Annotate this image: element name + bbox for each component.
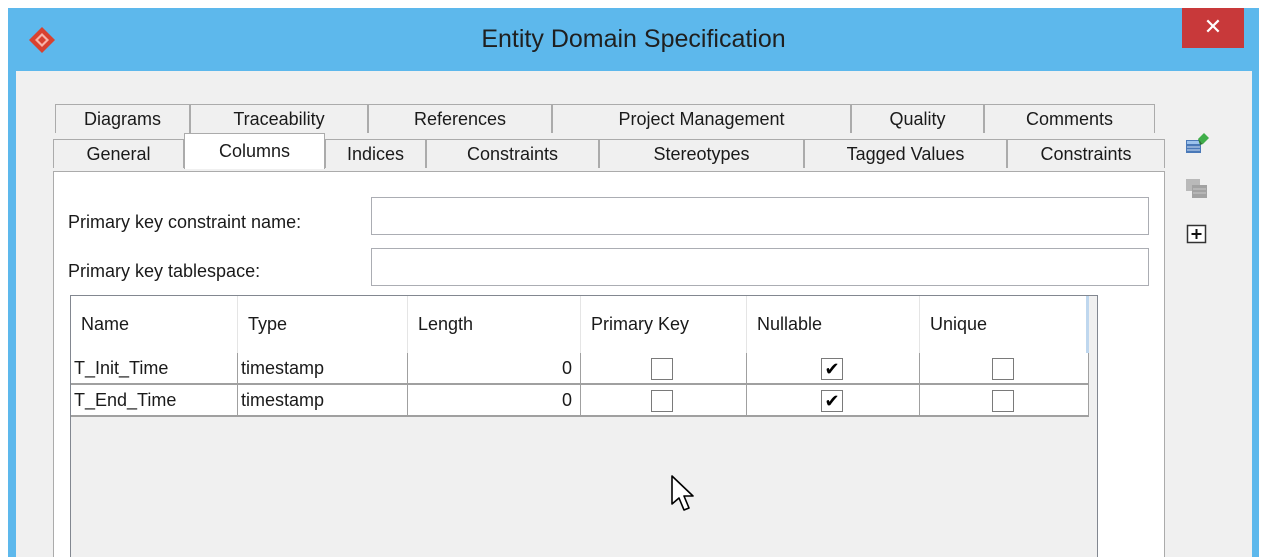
tab-quality[interactable]: Quality bbox=[851, 104, 984, 133]
nullable-checkbox[interactable]: ✔ bbox=[821, 358, 843, 380]
column-header-name[interactable]: Name bbox=[71, 296, 238, 353]
table-row[interactable]: T_End_Time timestamp 0 ✔ bbox=[71, 385, 1089, 417]
pk-tablespace-label: Primary key tablespace: bbox=[68, 261, 261, 281]
remove-column-icon[interactable] bbox=[1184, 175, 1210, 201]
cell-type[interactable]: timestamp bbox=[238, 353, 408, 383]
tab-constraints[interactable]: Constraints bbox=[426, 139, 599, 168]
cell-name[interactable]: T_Init_Time bbox=[71, 353, 238, 383]
tab-diagrams[interactable]: Diagrams bbox=[55, 104, 190, 133]
cell-length[interactable]: 0 bbox=[408, 385, 581, 415]
tab-row-bottom: General Columns Indices Constraints Ster… bbox=[53, 133, 1165, 169]
tab-traceability[interactable]: Traceability bbox=[190, 104, 368, 133]
primary-key-checkbox[interactable] bbox=[651, 358, 673, 380]
expand-icon[interactable] bbox=[1184, 221, 1210, 247]
pk-tablespace-input[interactable] bbox=[371, 248, 1149, 286]
tab-row-top: Diagrams Traceability References Project… bbox=[55, 104, 1155, 133]
cell-unique bbox=[920, 353, 1089, 383]
unique-checkbox[interactable] bbox=[992, 390, 1014, 412]
pk-constraint-name-label: Primary key constraint name: bbox=[68, 212, 302, 232]
tab-columns[interactable]: Columns bbox=[184, 133, 325, 169]
cell-type[interactable]: timestamp bbox=[238, 385, 408, 415]
tab-tagged-values[interactable]: Tagged Values bbox=[804, 139, 1007, 168]
tab-comments[interactable]: Comments bbox=[984, 104, 1155, 133]
title-bar[interactable]: Entity Domain Specification ✕ bbox=[8, 8, 1259, 70]
cell-unique bbox=[920, 385, 1089, 415]
table-row[interactable]: T_Init_Time timestamp 0 ✔ bbox=[71, 353, 1089, 385]
table-header: Name Type Length Primary Key Nullable Un… bbox=[71, 296, 1089, 353]
window-title: Entity Domain Specification bbox=[481, 25, 786, 53]
column-header-primary-key[interactable]: Primary Key bbox=[581, 296, 747, 353]
tab-indices[interactable]: Indices bbox=[325, 139, 426, 168]
mouse-cursor-icon bbox=[671, 475, 694, 511]
tab-constraints-2[interactable]: Constraints bbox=[1007, 139, 1165, 168]
column-header-nullable[interactable]: Nullable bbox=[747, 296, 920, 353]
column-header-unique[interactable]: Unique bbox=[920, 296, 1089, 353]
dialog-window: Entity Domain Specification ✕ Diagrams T… bbox=[8, 8, 1259, 557]
cell-nullable: ✔ bbox=[747, 353, 920, 383]
tab-references[interactable]: References bbox=[368, 104, 552, 133]
primary-key-checkbox[interactable] bbox=[651, 390, 673, 412]
cell-primary-key bbox=[581, 385, 747, 415]
cell-nullable: ✔ bbox=[747, 385, 920, 415]
cell-primary-key bbox=[581, 353, 747, 383]
cell-length[interactable]: 0 bbox=[408, 353, 581, 383]
unique-checkbox[interactable] bbox=[992, 358, 1014, 380]
column-header-length[interactable]: Length bbox=[408, 296, 581, 353]
tab-project-management[interactable]: Project Management bbox=[552, 104, 851, 133]
cell-name[interactable]: T_End_Time bbox=[71, 385, 238, 415]
add-column-icon[interactable] bbox=[1184, 131, 1210, 157]
pk-constraint-name-input[interactable] bbox=[371, 197, 1149, 235]
tab-stereotypes[interactable]: Stereotypes bbox=[599, 139, 804, 168]
close-button[interactable]: ✕ bbox=[1182, 8, 1244, 48]
column-header-type[interactable]: Type bbox=[238, 296, 408, 353]
nullable-checkbox[interactable]: ✔ bbox=[821, 390, 843, 412]
tab-general[interactable]: General bbox=[53, 139, 184, 168]
columns-table[interactable]: Name Type Length Primary Key Nullable Un… bbox=[70, 295, 1098, 557]
